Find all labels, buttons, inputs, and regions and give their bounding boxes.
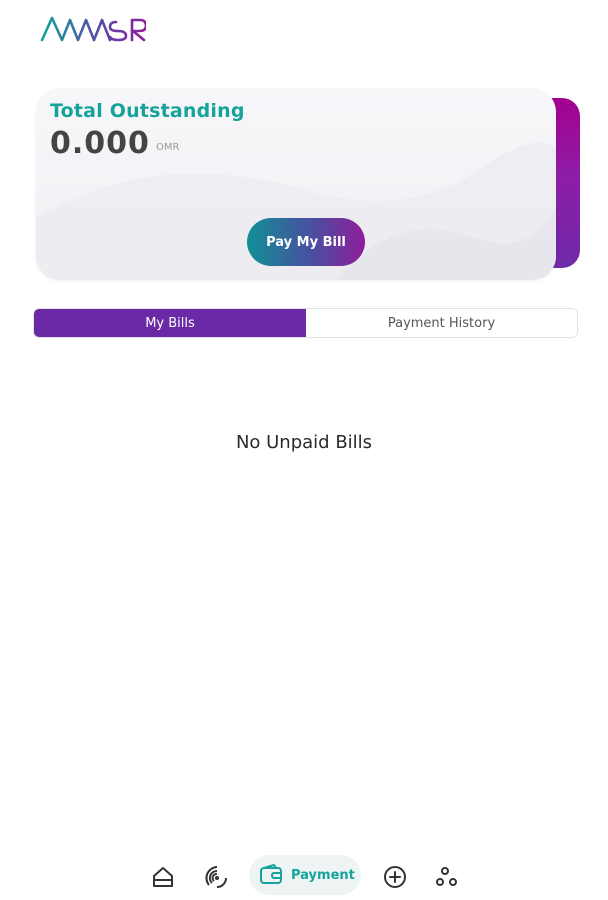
- more-dots-icon: [436, 867, 457, 886]
- add-circle-icon: [384, 866, 406, 888]
- total-outstanding-title: Total Outstanding: [50, 100, 245, 122]
- home-icon: [153, 867, 173, 887]
- pay-my-bill-button[interactable]: Pay My Bill: [247, 218, 365, 266]
- bottom-navigation: Payment: [0, 850, 608, 900]
- currency-label: OMR: [156, 142, 180, 153]
- outstanding-card: Total Outstanding 0.000 OMR Pay My Bill: [36, 88, 580, 280]
- nav-payment-label: Payment: [291, 867, 355, 883]
- empty-state-message: No Unpaid Bills: [235, 432, 373, 453]
- bills-tabs: My Bills Payment History: [33, 308, 578, 338]
- nav-more[interactable]: [432, 862, 462, 892]
- nav-network[interactable]: [202, 862, 232, 892]
- tab-payment-history[interactable]: Payment History: [306, 309, 577, 337]
- nav-add[interactable]: [380, 862, 410, 892]
- tab-my-bills[interactable]: My Bills: [34, 309, 306, 337]
- signal-icon: [205, 866, 227, 888]
- wallet-icon: [260, 864, 282, 884]
- awasr-logo: [40, 16, 146, 42]
- nav-home[interactable]: [148, 862, 178, 892]
- outstanding-amount: 0.000: [50, 126, 150, 161]
- outstanding-card-body: Total Outstanding 0.000 OMR Pay My Bill: [36, 88, 556, 280]
- nav-payment[interactable]: Payment: [249, 855, 361, 895]
